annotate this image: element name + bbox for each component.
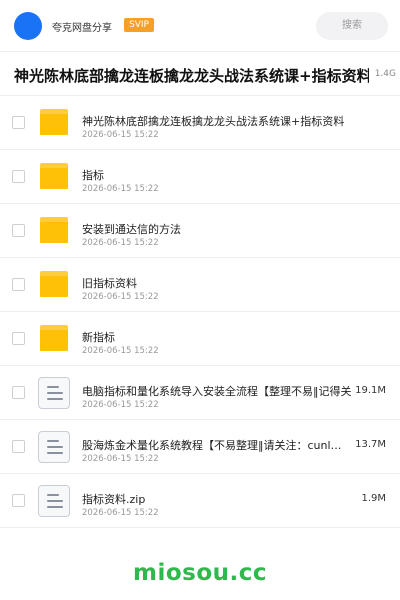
list-item[interactable]: 指标 2026-06-15 15:22 — [0, 150, 400, 204]
file-name: 旧指标资料 — [82, 277, 137, 290]
page-title: 神光陈林底部擒龙连板擒龙龙头战法系统课+指标资料 — [14, 67, 369, 85]
file-date: 2026-06-15 15:22 — [82, 184, 159, 194]
file-name: 新指标 — [82, 331, 115, 344]
select-checkbox[interactable] — [12, 494, 25, 507]
select-checkbox[interactable] — [12, 278, 25, 291]
file-date: 2026-06-15 15:22 — [82, 238, 159, 248]
select-checkbox[interactable] — [12, 386, 25, 399]
total-size: 1.4G — [374, 69, 396, 79]
select-checkbox[interactable] — [12, 170, 25, 183]
folder-icon — [40, 271, 68, 297]
select-checkbox[interactable] — [12, 116, 25, 129]
share-title-row: 神光陈林底部擒龙连板擒龙龙头战法系统课+指标资料 1.4G — [0, 52, 400, 96]
list-item[interactable]: 旧指标资料 2026-06-15 15:22 — [0, 258, 400, 312]
folder-icon — [40, 217, 68, 243]
folder-icon — [40, 109, 68, 135]
search-input[interactable]: 搜索 — [316, 12, 388, 40]
list-item[interactable]: 神光陈林底部擒龙连板擒龙龙头战法系统课+指标资料 2026-06-15 15:2… — [0, 96, 400, 150]
select-checkbox[interactable] — [12, 440, 25, 453]
document-icon — [38, 431, 70, 463]
document-icon — [38, 377, 70, 409]
file-name: 安装到通达信的方法 — [82, 223, 181, 236]
select-checkbox[interactable] — [12, 332, 25, 345]
list-item[interactable]: 指标资料.zip 2026-06-15 15:22 1.9M — [0, 474, 400, 528]
list-item[interactable]: 股海炼金术量化系统教程【不易整理‖请关注：cunl… 2026-06-15 15… — [0, 420, 400, 474]
file-name: 指标 — [82, 169, 104, 182]
file-date: 2026-06-15 15:22 — [82, 292, 159, 302]
app-name: 夸克网盘分享 — [52, 23, 112, 34]
file-date: 2026-06-15 15:22 — [82, 454, 159, 464]
file-date: 2026-06-15 15:22 — [82, 508, 159, 518]
watermark: miosou.cc — [132, 560, 268, 586]
list-item[interactable]: 新指标 2026-06-15 15:22 — [0, 312, 400, 366]
file-name: 股海炼金术量化系统教程【不易整理‖请关注：cunl… — [82, 439, 342, 452]
file-size: 19.1M — [355, 385, 386, 396]
file-date: 2026-06-15 15:22 — [82, 130, 159, 140]
list-item[interactable]: 安装到通达信的方法 2026-06-15 15:22 — [0, 204, 400, 258]
file-list: 神光陈林底部擒龙连板擒龙龙头战法系统课+指标资料 2026-06-15 15:2… — [0, 96, 400, 528]
folder-icon — [40, 325, 68, 351]
file-name: 指标资料.zip — [82, 493, 146, 506]
file-size: 1.9M — [361, 493, 386, 504]
list-item[interactable]: 电脑指标和量化系统导入安装全流程【整理不易‖记得关 2026-06-15 15:… — [0, 366, 400, 420]
folder-icon — [40, 163, 68, 189]
file-name: 电脑指标和量化系统导入安装全流程【整理不易‖记得关 — [82, 385, 352, 398]
select-checkbox[interactable] — [12, 224, 25, 237]
file-date: 2026-06-15 15:22 — [82, 346, 159, 356]
file-size: 13.7M — [355, 439, 386, 450]
header-bar: 夸克网盘分享 SVIP 搜索 — [0, 0, 400, 52]
avatar[interactable] — [14, 12, 42, 40]
file-name: 神光陈林底部擒龙连板擒龙龙头战法系统课+指标资料 — [82, 115, 345, 128]
document-icon — [38, 485, 70, 517]
file-date: 2026-06-15 15:22 — [82, 400, 159, 410]
svip-badge: SVIP — [124, 18, 154, 32]
